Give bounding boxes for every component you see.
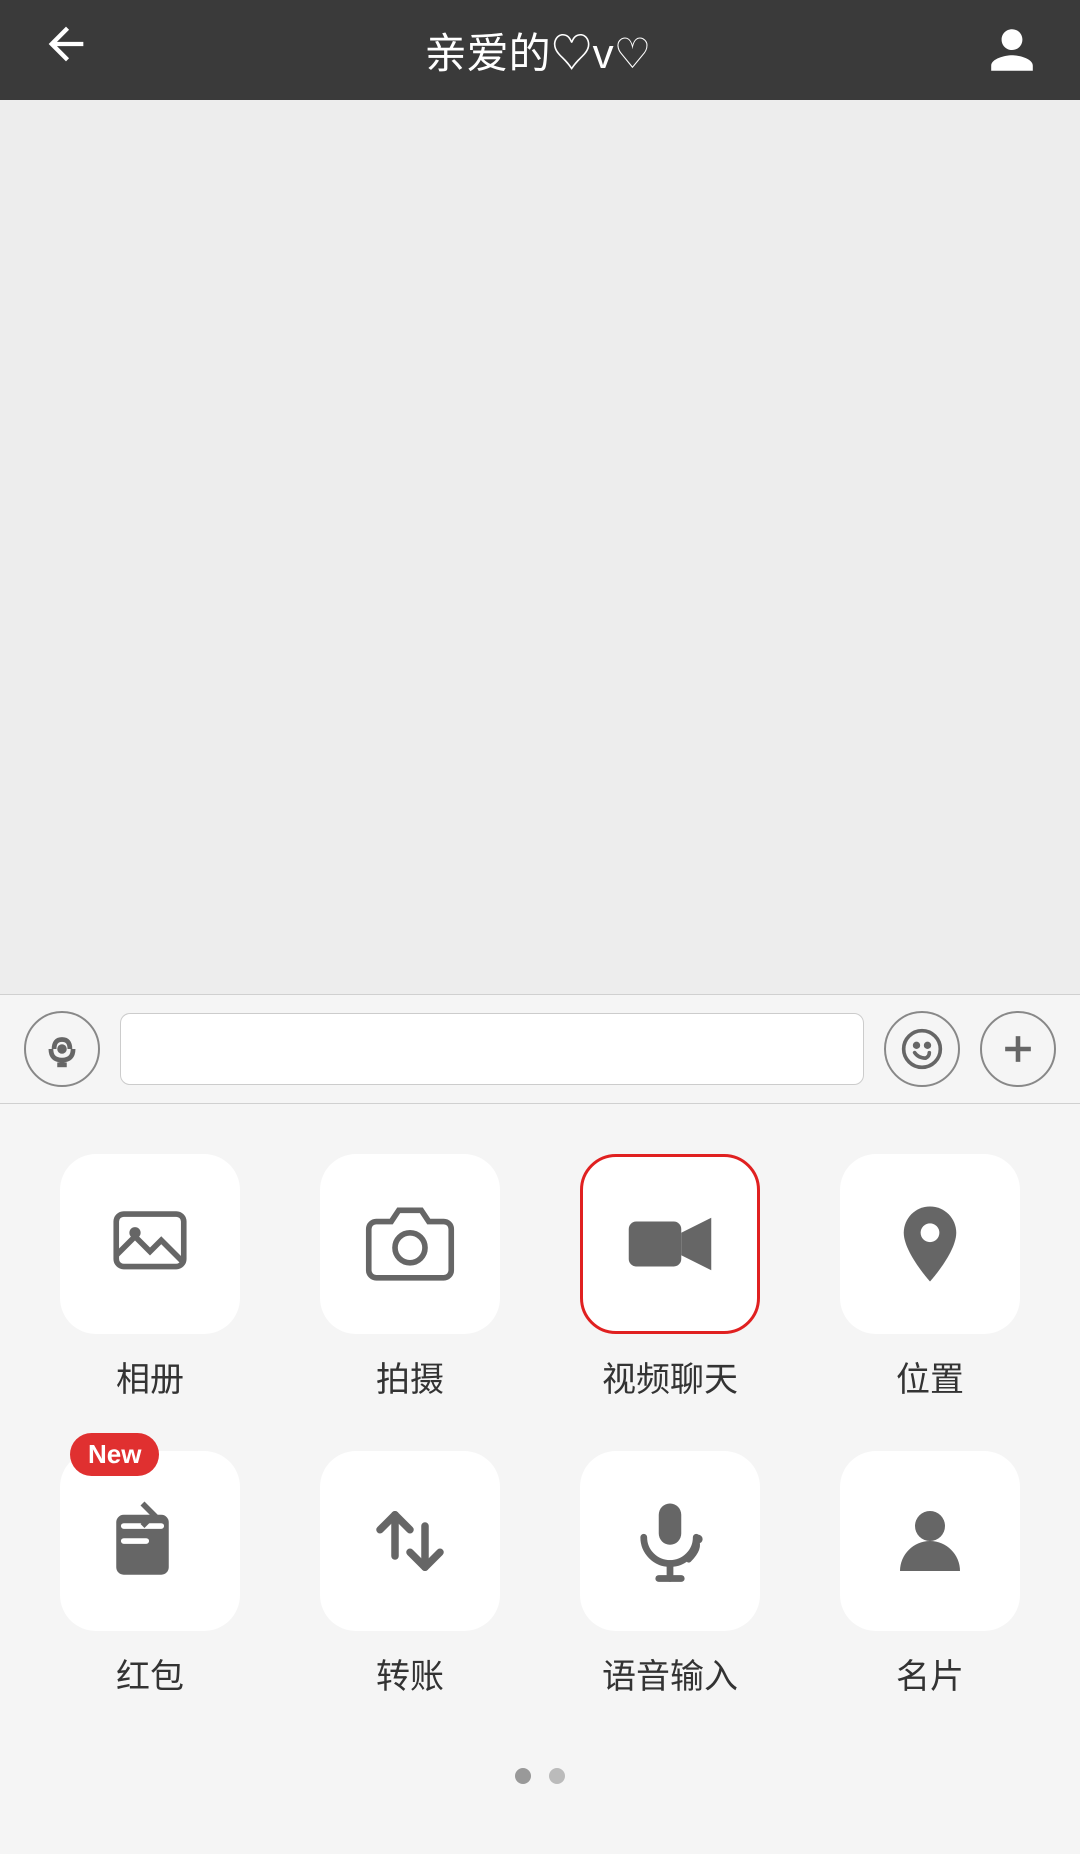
chat-title: 亲爱的♡v♡ (92, 20, 984, 81)
location-icon-box (840, 1154, 1020, 1334)
pagination (40, 1748, 1040, 1814)
back-button[interactable] (40, 18, 92, 82)
camera-label: 拍摄 (376, 1352, 444, 1401)
chat-area (0, 100, 1080, 994)
input-bar (0, 994, 1080, 1104)
camera-icon (365, 1199, 455, 1289)
album-icon-box (60, 1154, 240, 1334)
album-label: 相册 (116, 1352, 184, 1401)
grid-item-voice-input[interactable]: 语音输入 (560, 1451, 780, 1698)
grid-item-red-packet[interactable]: New 红包 (40, 1451, 260, 1698)
red-packet-icon-box (60, 1451, 240, 1631)
grid-item-video-chat[interactable]: 视频聊天 (560, 1154, 780, 1401)
grid-item-location[interactable]: 位置 (820, 1154, 1040, 1401)
grid-item-camera[interactable]: 拍摄 (300, 1154, 520, 1401)
dot-2 (549, 1768, 565, 1784)
transfer-label: 转账 (376, 1649, 444, 1698)
emoji-button[interactable] (884, 1011, 960, 1087)
voice-input-label: 语音输入 (602, 1649, 738, 1698)
profile-button[interactable] (984, 22, 1040, 78)
transfer-icon (365, 1496, 455, 1586)
video-chat-icon-box (580, 1154, 760, 1334)
header: 亲爱的♡v♡ (0, 0, 1080, 100)
envelope-icon (105, 1496, 195, 1586)
grid-row-2: New 红包 转账 (40, 1451, 1040, 1698)
voice-button[interactable] (24, 1011, 100, 1087)
grid-item-album[interactable]: 相册 (40, 1154, 260, 1401)
person-icon (885, 1496, 975, 1586)
extra-panel: 相册 拍摄 视频聊天 (0, 1104, 1080, 1854)
dot-1 (515, 1768, 531, 1784)
business-card-label: 名片 (896, 1649, 964, 1698)
business-card-icon-box (840, 1451, 1020, 1631)
camera-icon-box (320, 1154, 500, 1334)
grid-row-1: 相册 拍摄 视频聊天 (40, 1154, 1040, 1401)
video-icon (625, 1199, 715, 1289)
mic-icon (625, 1496, 715, 1586)
grid-item-transfer[interactable]: 转账 (300, 1451, 520, 1698)
plus-button[interactable] (980, 1011, 1056, 1087)
location-icon (885, 1199, 975, 1289)
transfer-icon-box (320, 1451, 500, 1631)
video-chat-label: 视频聊天 (602, 1352, 738, 1401)
new-badge: New (70, 1433, 159, 1476)
message-input[interactable] (120, 1013, 864, 1085)
voice-input-icon-box (580, 1451, 760, 1631)
red-packet-label: 红包 (116, 1649, 184, 1698)
location-label: 位置 (896, 1352, 964, 1401)
grid-item-business-card[interactable]: 名片 (820, 1451, 1040, 1698)
image-icon (105, 1199, 195, 1289)
